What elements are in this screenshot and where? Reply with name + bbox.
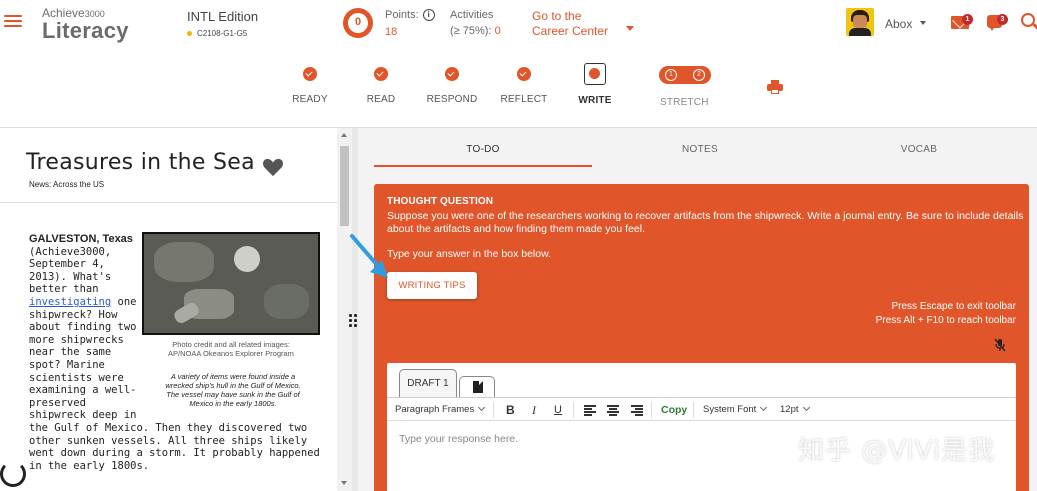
- check-icon: [374, 67, 388, 81]
- class-code: C2108-G1-G5: [187, 29, 258, 38]
- step-write[interactable]: WRITE: [555, 56, 635, 106]
- thought-question-title: THOUGHT QUESTION: [387, 196, 494, 207]
- dateline-place: GALVESTON, Texas: [29, 233, 133, 245]
- refresh-icon[interactable]: [0, 461, 26, 487]
- messages-count-badge: 3: [997, 14, 1008, 25]
- points-display: Points: i 18: [385, 9, 435, 38]
- brand-line2: Literacy: [42, 18, 129, 43]
- top-header: Achieve3000 Literacy INTL Edition C2108-…: [0, 0, 1037, 56]
- toolbar-divider: [693, 402, 694, 418]
- avatar[interactable]: [846, 8, 874, 36]
- watermark: 知乎 @ViVi是我: [798, 436, 996, 466]
- heart-icon[interactable]: [262, 157, 284, 177]
- tab-todo[interactable]: TO-DO: [374, 144, 592, 155]
- step-label: READY: [292, 94, 328, 105]
- points-label: Points:: [385, 9, 419, 21]
- edition-title: INTL Edition: [187, 9, 259, 24]
- bold-button[interactable]: B: [506, 398, 515, 422]
- new-draft-tab[interactable]: [459, 376, 495, 397]
- drag-handle-icon[interactable]: [348, 314, 358, 328]
- italic-button[interactable]: I: [532, 398, 536, 422]
- stretch-pill[interactable]: 1 2: [659, 66, 711, 84]
- search-icon[interactable]: [1021, 13, 1035, 27]
- active-tab-indicator: [374, 165, 592, 167]
- career-line2: Career Center: [532, 24, 609, 38]
- article-text: (Achieve3000, September 4, 2013). What's…: [29, 245, 112, 296]
- photo-credit: Photo credit and all related images: AP/…: [168, 340, 294, 358]
- mail-count-badge: 1: [962, 14, 973, 25]
- activities-sub: (≥ 75%):: [450, 25, 492, 37]
- align-left-icon[interactable]: [584, 405, 596, 416]
- stretch-item-1: 1: [665, 69, 677, 81]
- user-name[interactable]: Abox: [885, 17, 912, 31]
- article-text: the Gulf of Mexico. Then they discovered…: [29, 422, 320, 472]
- toolbar-divider: [493, 402, 494, 418]
- article-subtitle: News: Across the US: [29, 180, 105, 189]
- thought-question-text: Suppose you were one of the researchers …: [387, 210, 1024, 235]
- chevron-down-icon[interactable]: [626, 26, 634, 31]
- editor-toolbar: Paragraph Frames B I U Copy System Font …: [387, 397, 1016, 421]
- photo-caption: A variety of items were found inside a w…: [165, 372, 301, 408]
- menu-icon[interactable]: [4, 12, 22, 30]
- step-read[interactable]: READ: [341, 56, 421, 105]
- annotation-arrow-icon: [350, 234, 388, 278]
- toolbar-divider: [573, 402, 574, 418]
- step-label: WRITE: [578, 95, 612, 106]
- align-center-icon[interactable]: [607, 405, 619, 416]
- current-step-icon: [584, 63, 606, 85]
- align-right-icon[interactable]: [631, 405, 643, 416]
- tab-vocab[interactable]: VOCAB: [809, 144, 1029, 155]
- font-family-select[interactable]: System Font: [703, 398, 766, 422]
- step-ready[interactable]: READY: [270, 56, 350, 105]
- article-scrollbar[interactable]: [337, 128, 352, 491]
- edition-info: INTL Edition C2108-G1-G5: [187, 9, 258, 38]
- response-editor: DRAFT 1 Paragraph Frames B I U Copy Syst…: [387, 363, 1016, 491]
- escape-hint: Press Escape to exit toolbar: [891, 301, 1016, 312]
- underline-button[interactable]: U: [554, 398, 562, 422]
- vocab-link[interactable]: investigating: [29, 296, 111, 308]
- article-pane: Treasures in the Sea News: Across the US…: [0, 128, 337, 491]
- check-icon: [445, 67, 459, 81]
- answer-instruction: Type your answer in the box below.: [387, 248, 552, 260]
- response-textarea[interactable]: Type your response here.: [399, 433, 518, 445]
- points-badge-value: 0: [354, 16, 362, 28]
- article-photo: [142, 232, 320, 335]
- stretch-item-2: 2: [693, 69, 705, 81]
- progress-stepper: READY READ RESPOND REFLECT WRITE: [0, 56, 1037, 131]
- points-value: 18: [385, 26, 398, 39]
- toolbar-keyboard-hint: Press Escape to exit toolbar Press Alt +…: [876, 300, 1016, 328]
- print-icon[interactable]: [767, 80, 783, 94]
- activities-label: Activities: [450, 9, 494, 21]
- article-body: GALVESTON, Texas (Achieve3000, September…: [29, 233, 141, 422]
- document-icon: [473, 381, 483, 393]
- check-icon: [303, 67, 317, 81]
- alt-f10-hint: Press Alt + F10 to reach toolbar: [875, 315, 1016, 326]
- step-label: READ: [366, 94, 396, 105]
- paragraph-frames-select[interactable]: Paragraph Frames: [395, 398, 484, 422]
- step-label: REFLECT: [500, 94, 548, 105]
- copy-button[interactable]: Copy: [661, 398, 687, 422]
- toolbar-divider: [651, 402, 652, 418]
- brand-logo[interactable]: Achieve3000 Literacy: [42, 6, 129, 42]
- font-size-select[interactable]: 12pt: [780, 398, 809, 422]
- tab-notes[interactable]: NOTES: [591, 144, 809, 155]
- draft-tab[interactable]: DRAFT 1: [399, 369, 457, 397]
- step-respond[interactable]: RESPOND: [412, 56, 492, 105]
- article-text: one shipwreck? How about finding two mor…: [29, 295, 137, 422]
- step-reflect[interactable]: REFLECT: [484, 56, 564, 105]
- points-badge: 0: [343, 8, 373, 38]
- info-icon[interactable]: i: [422, 9, 435, 22]
- activities-value: 0: [494, 25, 501, 37]
- career-center-link[interactable]: Go to the Career Center: [532, 9, 608, 39]
- stretch-label: STRETCH: [660, 97, 709, 108]
- divider: [0, 202, 337, 203]
- mic-off-icon[interactable]: [993, 338, 1007, 352]
- user-menu-chevron-icon[interactable]: [920, 21, 926, 25]
- career-line1: Go to the: [532, 9, 582, 23]
- step-label: RESPOND: [426, 94, 478, 105]
- article-title: Treasures in the Sea: [26, 150, 255, 175]
- activities-display: Activities (≥ 75%): 0: [450, 9, 501, 37]
- check-icon: [517, 67, 531, 81]
